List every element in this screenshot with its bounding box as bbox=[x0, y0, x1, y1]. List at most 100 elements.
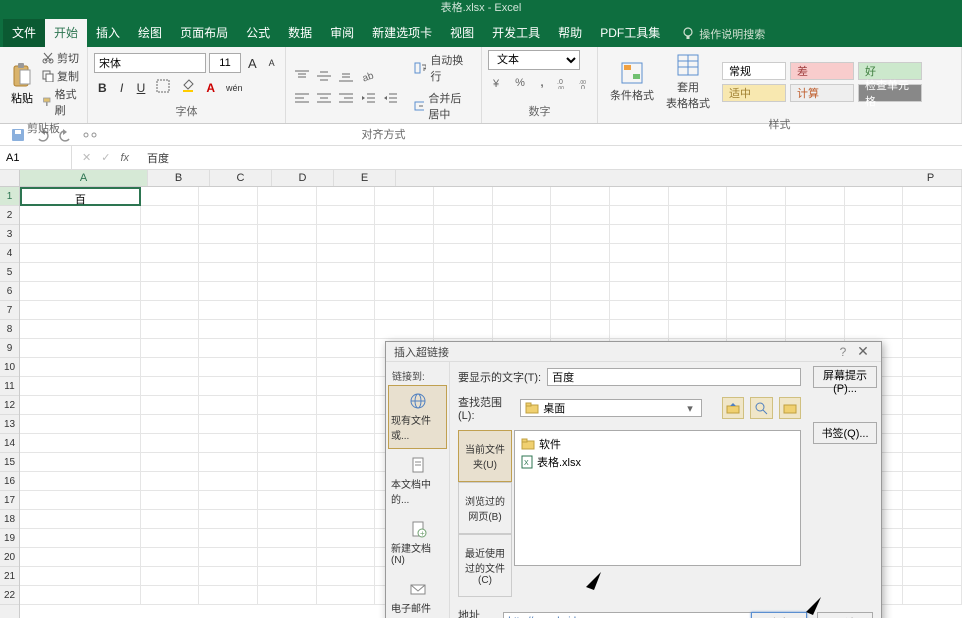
screen-tip-button[interactable]: 屏幕提示(P)... bbox=[813, 366, 877, 388]
cell[interactable] bbox=[727, 320, 786, 339]
cell[interactable] bbox=[669, 282, 728, 301]
row-header-6[interactable]: 6 bbox=[0, 282, 19, 301]
cell-A8[interactable] bbox=[20, 320, 141, 339]
decrease-font-button[interactable]: A bbox=[264, 56, 280, 70]
cell[interactable] bbox=[434, 187, 493, 206]
orientation-button[interactable]: ab bbox=[358, 67, 378, 85]
dialog-title-bar[interactable]: 插入超链接 ? ✕ bbox=[386, 342, 881, 362]
cell[interactable] bbox=[610, 225, 669, 244]
cell[interactable] bbox=[141, 320, 200, 339]
cell[interactable] bbox=[845, 244, 904, 263]
cell[interactable] bbox=[317, 415, 376, 434]
cell[interactable] bbox=[199, 415, 258, 434]
cell[interactable] bbox=[258, 358, 317, 377]
cell[interactable] bbox=[493, 206, 552, 225]
cell[interactable] bbox=[317, 377, 376, 396]
cut-button[interactable]: 剪切 bbox=[42, 50, 81, 66]
style-neutral[interactable]: 适中 bbox=[722, 84, 786, 102]
cell[interactable] bbox=[669, 206, 728, 225]
cell-A5[interactable] bbox=[20, 263, 141, 282]
cell[interactable] bbox=[141, 339, 200, 358]
cell[interactable] bbox=[258, 415, 317, 434]
tab-home[interactable]: 开始 bbox=[45, 19, 87, 47]
cell-A19[interactable] bbox=[20, 529, 141, 548]
cell[interactable] bbox=[317, 225, 376, 244]
cell[interactable] bbox=[551, 320, 610, 339]
cell[interactable] bbox=[141, 244, 200, 263]
cell[interactable] bbox=[669, 263, 728, 282]
cell[interactable] bbox=[141, 206, 200, 225]
tab-data[interactable]: 数据 bbox=[279, 19, 321, 47]
cell[interactable] bbox=[845, 282, 904, 301]
formula-input[interactable]: 百度 bbox=[139, 148, 962, 168]
link-new-doc[interactable]: + 新建文档(N) bbox=[388, 513, 447, 573]
number-format-select[interactable]: 文本 bbox=[488, 50, 580, 70]
cell[interactable] bbox=[317, 586, 376, 605]
cell-A22[interactable] bbox=[20, 586, 141, 605]
cell[interactable] bbox=[199, 472, 258, 491]
row-header-5[interactable]: 5 bbox=[0, 263, 19, 282]
cell[interactable] bbox=[258, 567, 317, 586]
row-header-13[interactable]: 13 bbox=[0, 415, 19, 434]
row-header-16[interactable]: 16 bbox=[0, 472, 19, 491]
cell[interactable] bbox=[727, 206, 786, 225]
link-email[interactable]: 电子邮件地... bbox=[388, 573, 447, 618]
merge-center-button[interactable]: 合并后居中 bbox=[408, 88, 475, 124]
tab-draw[interactable]: 绘图 bbox=[129, 19, 171, 47]
cell[interactable] bbox=[669, 187, 728, 206]
dialog-close-button[interactable]: ✕ bbox=[853, 343, 873, 360]
cell[interactable] bbox=[610, 244, 669, 263]
cell[interactable] bbox=[669, 301, 728, 320]
cell[interactable] bbox=[141, 187, 200, 206]
cell[interactable] bbox=[258, 187, 317, 206]
cell-A14[interactable] bbox=[20, 434, 141, 453]
cell-A10[interactable] bbox=[20, 358, 141, 377]
tab-newtab[interactable]: 新建选项卡 bbox=[363, 19, 441, 47]
cell[interactable] bbox=[493, 320, 552, 339]
tab-file[interactable]: 文件 bbox=[3, 19, 45, 47]
cell[interactable] bbox=[669, 225, 728, 244]
cell[interactable] bbox=[434, 301, 493, 320]
cell[interactable] bbox=[199, 567, 258, 586]
col-header-P[interactable]: P bbox=[900, 170, 962, 186]
cell[interactable] bbox=[903, 358, 962, 377]
cell-A2[interactable] bbox=[20, 206, 141, 225]
row-header-17[interactable]: 17 bbox=[0, 491, 19, 510]
phonetic-button[interactable]: wén bbox=[222, 81, 247, 95]
cell[interactable] bbox=[317, 567, 376, 586]
cell-A9[interactable] bbox=[20, 339, 141, 358]
cell[interactable] bbox=[258, 206, 317, 225]
dialog-help-button[interactable]: ? bbox=[833, 345, 853, 359]
link-this-doc[interactable]: 本文档中的... bbox=[388, 449, 447, 513]
cell[interactable] bbox=[141, 396, 200, 415]
cell[interactable] bbox=[317, 529, 376, 548]
cell[interactable] bbox=[903, 396, 962, 415]
cell[interactable] bbox=[786, 225, 845, 244]
cell[interactable] bbox=[199, 263, 258, 282]
cell-A20[interactable] bbox=[20, 548, 141, 567]
conditional-format-button[interactable]: 条件格式 bbox=[604, 58, 660, 106]
fx-icon[interactable]: fx bbox=[120, 152, 129, 164]
cell-A21[interactable] bbox=[20, 567, 141, 586]
comma-button[interactable]: , bbox=[532, 74, 552, 92]
cell[interactable] bbox=[903, 567, 962, 586]
cell[interactable] bbox=[141, 586, 200, 605]
cell[interactable] bbox=[258, 586, 317, 605]
cell[interactable] bbox=[434, 320, 493, 339]
cell[interactable] bbox=[786, 244, 845, 263]
cell[interactable] bbox=[141, 282, 200, 301]
cell[interactable] bbox=[258, 301, 317, 320]
cell[interactable] bbox=[258, 453, 317, 472]
row-header-2[interactable]: 2 bbox=[0, 206, 19, 225]
cell[interactable] bbox=[551, 301, 610, 320]
cell[interactable] bbox=[375, 206, 434, 225]
cell[interactable] bbox=[199, 244, 258, 263]
cell[interactable] bbox=[317, 244, 376, 263]
cell[interactable] bbox=[493, 244, 552, 263]
cell[interactable] bbox=[258, 225, 317, 244]
row-header-11[interactable]: 11 bbox=[0, 377, 19, 396]
cell[interactable] bbox=[903, 453, 962, 472]
cell[interactable] bbox=[786, 206, 845, 225]
cell[interactable] bbox=[669, 244, 728, 263]
row-header-12[interactable]: 12 bbox=[0, 396, 19, 415]
